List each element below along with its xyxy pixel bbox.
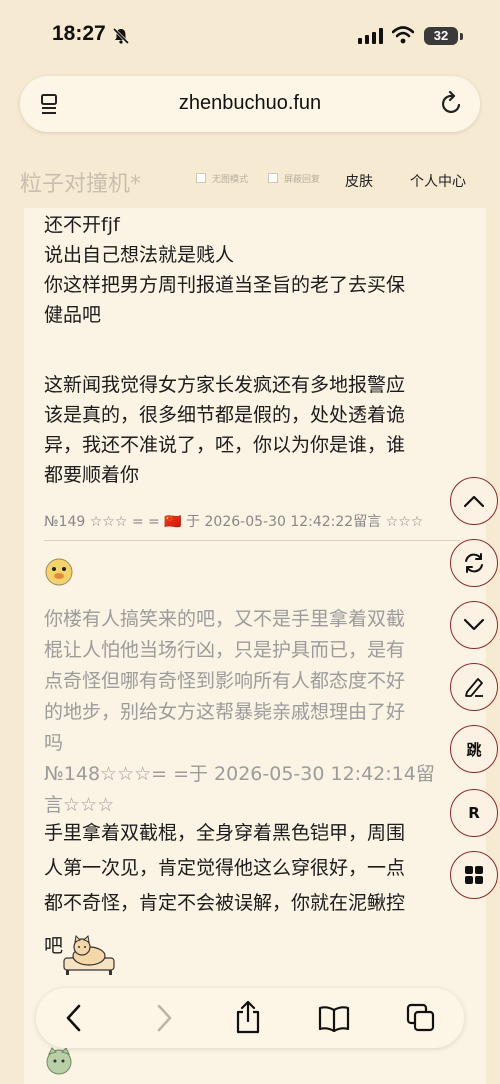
quote-line: 的地步，别给女方这帮暴毙亲戚想理由了好 (44, 701, 406, 723)
quoted-reply-148: 你楼有人搞笑来的吧，又不是手里拿着双截 棍让人怕他当场行凶，只是护具而已，是有 … (44, 604, 435, 821)
battery-tip (460, 33, 463, 40)
back-icon[interactable] (64, 1002, 84, 1034)
profile-link[interactable]: 个人中心 (410, 171, 466, 191)
cat-avatar-icon[interactable] (44, 1046, 74, 1076)
cat-sofa-sticker-icon (63, 934, 115, 975)
no-image-mode-option[interactable]: 无图模式 (196, 172, 248, 185)
wifi-icon (392, 26, 414, 44)
post-line: 你这样把男方周刊报道当圣旨的老了去买保 (44, 274, 406, 296)
refresh-icon (465, 553, 483, 573)
reply-line: 人第一次见，肯定觉得他这么穿很好，一点 (44, 857, 406, 879)
post-line: 都要顺着你 (44, 464, 140, 486)
post-149-meta: №149 ☆☆☆ = = 🇨🇳 于 2026-05-30 12:42:22留言 … (44, 514, 424, 530)
grid-icon (465, 866, 483, 884)
r-label: R (468, 804, 480, 822)
reload-icon[interactable] (440, 91, 464, 117)
quote-line: 棍让人怕他当场行凶，只是护具而已，是有 (44, 639, 406, 661)
address-bar[interactable]: zhenbuchuo.fun (20, 76, 480, 132)
pencil-icon (465, 678, 483, 697)
scroll-up-button[interactable] (450, 477, 498, 525)
post-line: 这新闻我觉得女方家长发疯还有多地报警应 (44, 374, 406, 396)
post-line: 说出自己想法就是贱人 (44, 244, 235, 266)
reply-line: 都不奇怪，肯定不会被误解，你就在泥鳅控 (44, 892, 406, 914)
post-149-text-block-1: 还不开fjf 说出自己想法就是贱人 你这样把男方周刊报道当圣旨的老了去买保 健品… (44, 210, 405, 330)
reply-line: 手里拿着双截棍，全身穿着黑色铠甲，周围 (44, 822, 406, 844)
tabs-icon[interactable] (406, 1003, 436, 1033)
chevron-down-icon (463, 618, 485, 631)
jump-label: 跳 (466, 740, 482, 759)
quote-line: 吗 (44, 732, 64, 754)
share-icon[interactable] (234, 1000, 262, 1034)
no-image-mode-label: 无图模式 (212, 175, 249, 185)
compose-button[interactable] (450, 663, 498, 711)
chick-avatar-icon[interactable] (44, 557, 74, 587)
refresh-button[interactable] (450, 539, 498, 587)
skin-link[interactable]: 皮肤 (345, 171, 373, 191)
post-line: 健品吧 (44, 304, 102, 326)
scroll-down-button[interactable] (450, 601, 498, 649)
battery-indicator: 32 (424, 27, 458, 45)
jump-button[interactable]: 跳 (450, 725, 498, 773)
url-text[interactable]: zhenbuchuo.fun (20, 92, 480, 115)
post-divider (44, 540, 460, 541)
bell-muted-icon (112, 27, 130, 45)
status-time: 18:27 (52, 22, 106, 45)
grid-menu-button[interactable] (450, 851, 498, 899)
cellular-signal-icon (358, 28, 383, 44)
chevron-up-icon (463, 495, 485, 508)
post-149-text-block-2: 这新闻我觉得女方家长发疯还有多地报警应 该是真的，很多细节都是假的，处处透着诡 … (44, 370, 405, 490)
block-replies-option[interactable]: 屏蔽回复 (268, 172, 320, 185)
quote-line: 点奇怪但哪有奇怪到影响所有人都态度不好 (44, 670, 406, 692)
forward-icon[interactable] (154, 1002, 174, 1034)
site-title[interactable]: 粒子对撞机* (20, 166, 141, 198)
post-line: 还不开fjf (44, 214, 120, 236)
browser-toolbar (36, 988, 464, 1048)
post-line: 异，我还不准说了，呸，你以为你是谁，谁 (44, 434, 406, 456)
quote-line: №148☆☆☆= =于 2026-05-30 12:42:14留 (44, 763, 435, 785)
r-button[interactable]: R (450, 789, 498, 837)
quote-line: 你楼有人搞笑来的吧，又不是手里拿着双截 (44, 608, 406, 630)
block-replies-label: 屏蔽回复 (284, 175, 321, 185)
no-image-mode-checkbox[interactable] (196, 173, 206, 183)
status-bar: 18:27 32 (0, 0, 500, 70)
post-line: 该是真的，很多细节都是假的，处处透着诡 (44, 404, 406, 426)
block-replies-checkbox[interactable] (268, 173, 278, 183)
bookmarks-icon[interactable] (318, 1004, 350, 1032)
